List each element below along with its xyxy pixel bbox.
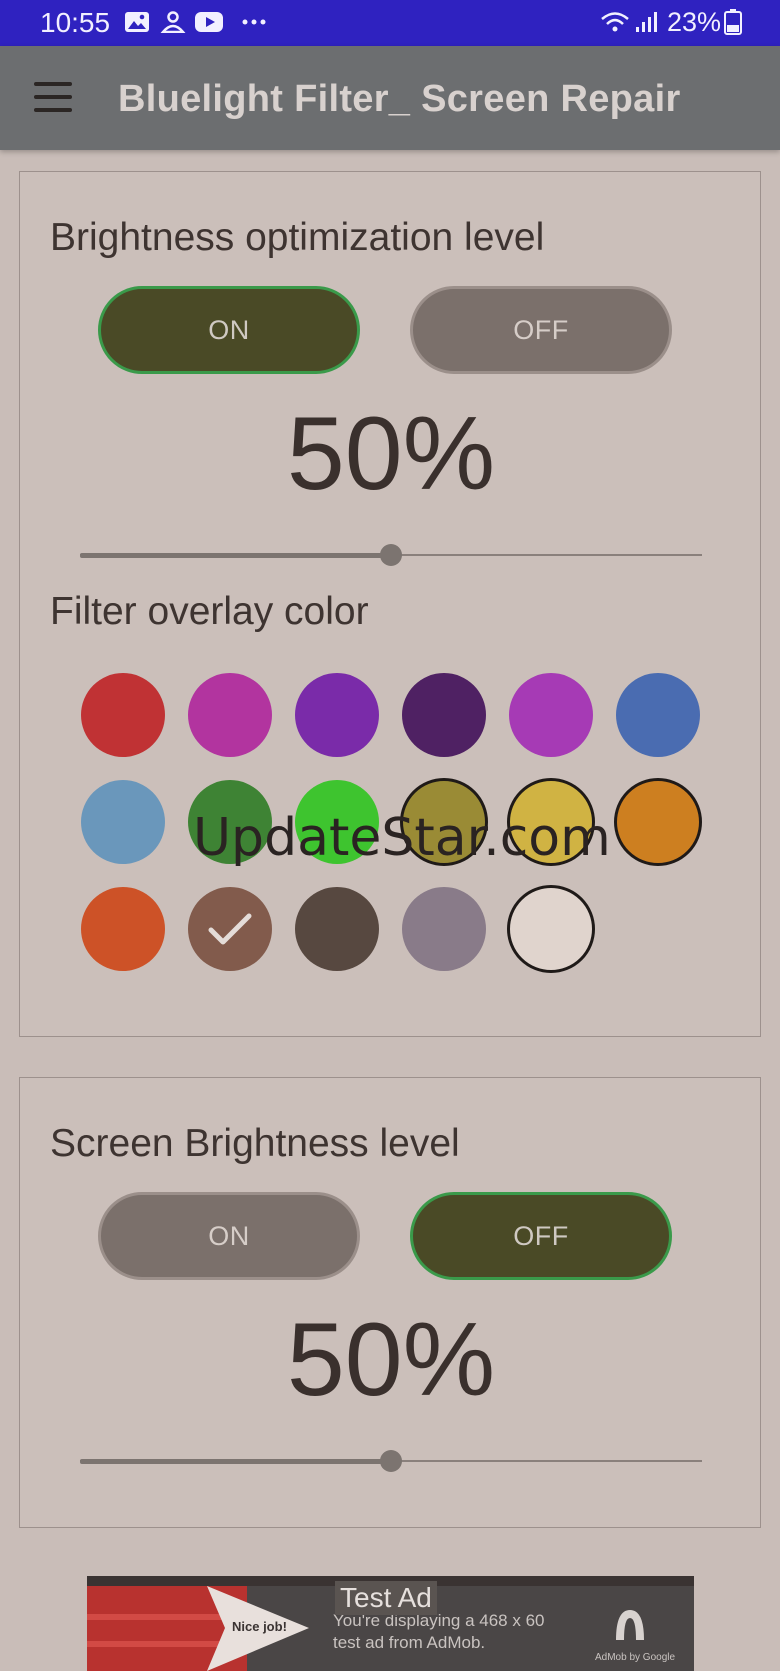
color-swatch[interactable] <box>81 673 165 757</box>
signal-icon <box>636 12 657 32</box>
color-swatch[interactable] <box>402 887 486 971</box>
app-bar: Bluelight Filter_ Screen Repair <box>0 46 780 150</box>
color-swatch[interactable] <box>81 887 165 971</box>
color-swatch[interactable] <box>614 778 702 866</box>
screen-brightness-on-button[interactable]: ON <box>98 1192 360 1280</box>
color-swatch[interactable] <box>295 673 379 757</box>
screen-brightness-off-button[interactable]: OFF <box>410 1192 672 1280</box>
brightness-optimization-heading: Brightness optimization level <box>50 216 545 259</box>
brightness-optimization-on-button[interactable]: ON <box>98 286 360 374</box>
slider-thumb[interactable] <box>380 1450 402 1472</box>
ad-banner[interactable]: Nice job! You're displaying a 468 x 60 t… <box>87 1576 694 1671</box>
status-time: 10:55 <box>40 7 111 38</box>
brightness-optimization-percent: 50% <box>286 396 496 512</box>
brightness-optimization-off-button[interactable]: OFF <box>410 286 672 374</box>
slider-fill <box>80 553 391 558</box>
admob-logo-icon <box>616 1610 644 1640</box>
screen-brightness-percent: 50% <box>286 1302 496 1418</box>
wifi-icon <box>601 12 629 32</box>
color-swatch[interactable] <box>295 887 379 971</box>
gallery-icon <box>125 12 149 32</box>
hamburger-menu-icon[interactable] <box>34 82 72 112</box>
color-swatch[interactable] <box>188 673 272 757</box>
youtube-icon <box>195 12 223 32</box>
ad-brand: AdMob by Google <box>595 1652 676 1663</box>
watermark-text: UpdateStar.com <box>193 808 611 868</box>
color-swatch[interactable] <box>188 887 272 971</box>
test-ad-label: Test Ad <box>335 1581 437 1615</box>
person-icon <box>160 11 186 33</box>
ad-badge-text: Nice job! <box>232 1619 287 1634</box>
screen-brightness-slider[interactable] <box>80 1449 702 1473</box>
checkmark-icon <box>208 913 252 945</box>
color-swatch[interactable] <box>81 780 165 864</box>
color-swatch[interactable] <box>402 673 486 757</box>
battery-icon <box>724 9 742 35</box>
color-swatch[interactable] <box>509 673 593 757</box>
slider-thumb[interactable] <box>380 544 402 566</box>
filter-overlay-heading: Filter overlay color <box>50 590 369 633</box>
ad-text: You're displaying a 468 x 60 test ad fro… <box>333 1611 545 1652</box>
app-title: Bluelight Filter_ Screen Repair <box>118 78 681 120</box>
more-icon <box>242 19 266 25</box>
color-swatch[interactable] <box>616 673 700 757</box>
brightness-optimization-slider[interactable] <box>80 543 702 567</box>
screen-brightness-card: Screen Brightness level ON OFF 50% <box>19 1077 761 1528</box>
battery-percent: 23% <box>667 7 722 37</box>
brightness-optimization-card: Brightness optimization level ON OFF 50%… <box>19 171 761 1037</box>
color-swatch[interactable] <box>507 885 595 973</box>
status-bar: 10:55 23% <box>0 0 780 46</box>
slider-fill <box>80 1459 391 1464</box>
screen-brightness-heading: Screen Brightness level <box>50 1122 460 1165</box>
